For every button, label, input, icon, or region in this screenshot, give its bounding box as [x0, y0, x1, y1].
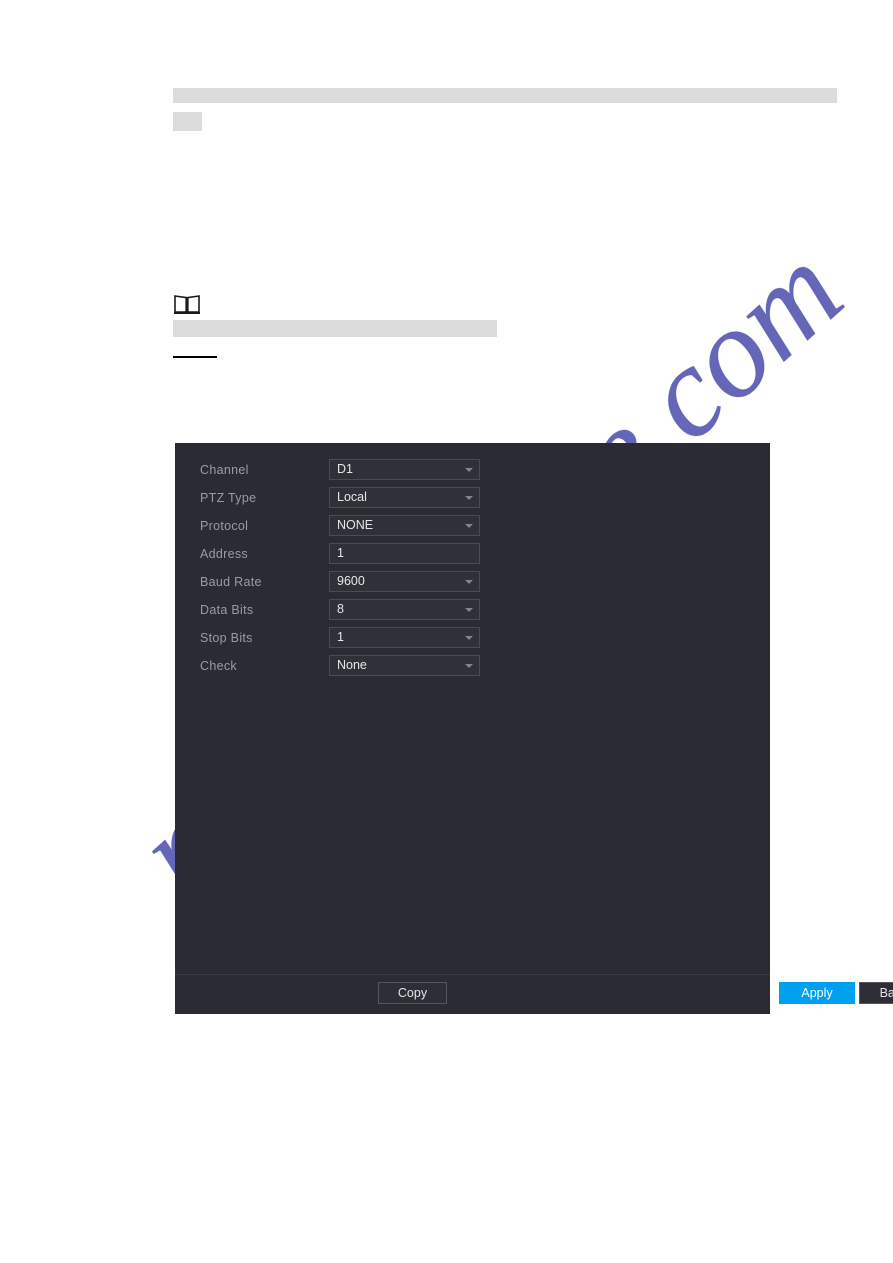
ptz-settings-form: Channel D1 PTZ Type Local Protocol NONE Addres…: [175, 443, 770, 975]
chevron-down-icon[interactable]: [465, 608, 473, 612]
field-value: 1: [337, 546, 344, 560]
field-value: None: [337, 658, 367, 672]
form-row: Data Bits 8: [175, 599, 770, 627]
redacted-step-number: [173, 112, 202, 131]
form-row: Check None: [175, 655, 770, 683]
field-label: Channel: [200, 463, 249, 477]
dropdown-channel[interactable]: D1: [329, 459, 480, 480]
chevron-down-icon[interactable]: [465, 664, 473, 668]
field-label: Check: [200, 659, 237, 673]
field-label: Data Bits: [200, 603, 254, 617]
open-book-icon: [173, 294, 201, 316]
chevron-down-icon[interactable]: [465, 636, 473, 640]
chevron-down-icon[interactable]: [465, 496, 473, 500]
field-label: Protocol: [200, 519, 249, 533]
form-row: Baud Rate 9600: [175, 571, 770, 599]
chevron-down-icon[interactable]: [465, 468, 473, 472]
field-label: Address: [200, 547, 248, 561]
form-row: PTZ Type Local: [175, 487, 770, 515]
form-row: Address 1: [175, 543, 770, 571]
chevron-down-icon[interactable]: [465, 524, 473, 528]
field-value: 8: [337, 602, 344, 616]
field-label: Stop Bits: [200, 631, 253, 645]
dialog-footer: Copy Apply Back: [175, 974, 893, 1014]
apply-button[interactable]: Apply: [779, 982, 855, 1004]
form-row: Channel D1: [175, 459, 770, 487]
dropdown-baud-rate[interactable]: 9600: [329, 571, 480, 592]
field-value: Local: [337, 490, 367, 504]
dropdown-data-bits[interactable]: 8: [329, 599, 480, 620]
dropdown-check[interactable]: None: [329, 655, 480, 676]
chevron-down-icon[interactable]: [465, 580, 473, 584]
form-row: Stop Bits 1: [175, 627, 770, 655]
redacted-note-text: [173, 320, 497, 337]
field-value: 1: [337, 630, 344, 644]
field-label: PTZ Type: [200, 491, 257, 505]
dropdown-stop-bits[interactable]: 1: [329, 627, 480, 648]
field-label: Baud Rate: [200, 575, 262, 589]
ptz-settings-dialog: Channel D1 PTZ Type Local Protocol NONE Addres…: [175, 443, 893, 1014]
input-address[interactable]: 1: [329, 543, 480, 564]
field-value: 9600: [337, 574, 365, 588]
form-row: Protocol NONE: [175, 515, 770, 543]
copy-button[interactable]: Copy: [378, 982, 447, 1004]
section-divider-rule: [173, 356, 217, 358]
dropdown-protocol[interactable]: NONE: [329, 515, 480, 536]
back-button[interactable]: Back: [859, 982, 893, 1004]
field-value: D1: [337, 462, 353, 476]
redacted-heading-bar: [173, 88, 837, 103]
field-value: NONE: [337, 518, 374, 532]
dropdown-ptz-type[interactable]: Local: [329, 487, 480, 508]
